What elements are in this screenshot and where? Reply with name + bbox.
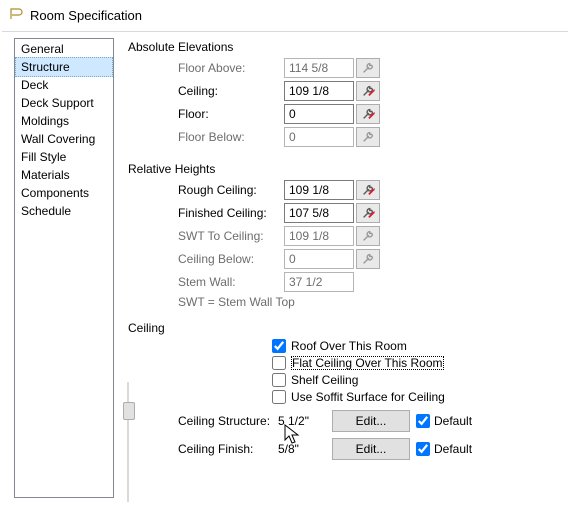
window-title: Room Specification xyxy=(30,8,142,23)
value-text: 5 1/2" xyxy=(278,414,332,428)
value-input xyxy=(284,226,354,246)
field-label: Ceiling: xyxy=(178,84,284,98)
checkbox[interactable] xyxy=(272,390,286,404)
wrench-icon[interactable] xyxy=(356,58,380,78)
sidebar-item-wall-covering[interactable]: Wall Covering xyxy=(16,130,112,148)
sidebar-item-materials[interactable]: Materials xyxy=(16,166,112,184)
vertical-slider-thumb[interactable] xyxy=(123,402,135,420)
value-input[interactable] xyxy=(284,81,354,101)
wrench-icon[interactable] xyxy=(356,249,380,269)
field-label: Rough Ceiling: xyxy=(178,183,284,197)
sidebar-item-deck-support[interactable]: Deck Support xyxy=(16,94,112,112)
default-checkbox[interactable] xyxy=(416,414,430,428)
section-absolute-elevations: Absolute Elevations xyxy=(128,40,558,54)
sidebar-item-fill-style[interactable]: Fill Style xyxy=(16,148,112,166)
value-input[interactable] xyxy=(284,203,354,223)
sidebar-item-components[interactable]: Components xyxy=(16,184,112,202)
value-input[interactable] xyxy=(284,180,354,200)
field-label: Floor Above: xyxy=(178,61,284,75)
sidebar-item-general[interactable]: General xyxy=(16,40,112,58)
value-input[interactable] xyxy=(284,104,354,124)
default-checkbox[interactable] xyxy=(416,442,430,456)
value-text: 5/8" xyxy=(278,442,332,456)
edit-button[interactable]: Edit... xyxy=(332,438,410,460)
category-list[interactable]: GeneralStructureDeckDeck SupportMoldings… xyxy=(14,38,114,498)
wrench-icon[interactable] xyxy=(356,180,380,200)
swt-note: SWT = Stem Wall Top xyxy=(178,295,558,309)
field-label: Finished Ceiling: xyxy=(178,206,284,220)
field-label: Ceiling Structure: xyxy=(178,414,278,428)
field-label: Floor: xyxy=(178,107,284,121)
checkbox-label: Use Soffit Surface for Ceiling xyxy=(291,390,445,404)
checkbox[interactable] xyxy=(272,373,286,387)
checkbox[interactable] xyxy=(272,356,286,370)
edit-button[interactable]: Edit... xyxy=(332,410,410,432)
default-label: Default xyxy=(434,414,472,428)
checkbox-label: Flat Ceiling Over This Room xyxy=(291,356,444,370)
wrench-icon[interactable] xyxy=(356,127,380,147)
value-input xyxy=(284,249,354,269)
sidebar-item-schedule[interactable]: Schedule xyxy=(16,202,112,220)
field-label: Ceiling Below: xyxy=(178,252,284,266)
default-label: Default xyxy=(434,442,472,456)
value-input xyxy=(284,127,354,147)
checkbox-label: Shelf Ceiling xyxy=(291,373,358,387)
checkbox[interactable] xyxy=(272,339,286,353)
field-label: SWT To Ceiling: xyxy=(178,229,284,243)
vertical-slider-rail xyxy=(127,382,129,502)
sidebar-item-deck[interactable]: Deck xyxy=(16,76,112,94)
field-label: Floor Below: xyxy=(178,130,284,144)
window-icon xyxy=(8,6,24,25)
sidebar-item-moldings[interactable]: Moldings xyxy=(16,112,112,130)
checkbox-label: Roof Over This Room xyxy=(291,339,407,353)
field-label: Stem Wall: xyxy=(178,275,284,289)
sidebar-item-structure[interactable]: Structure xyxy=(15,57,113,77)
section-relative-heights: Relative Heights xyxy=(128,162,558,176)
wrench-icon[interactable] xyxy=(356,81,380,101)
wrench-icon[interactable] xyxy=(356,203,380,223)
field-label: Ceiling Finish: xyxy=(178,442,278,456)
value-input xyxy=(284,272,354,292)
wrench-icon[interactable] xyxy=(356,226,380,246)
section-ceiling: Ceiling xyxy=(128,321,558,335)
value-input xyxy=(284,58,354,78)
wrench-icon[interactable] xyxy=(356,104,380,124)
